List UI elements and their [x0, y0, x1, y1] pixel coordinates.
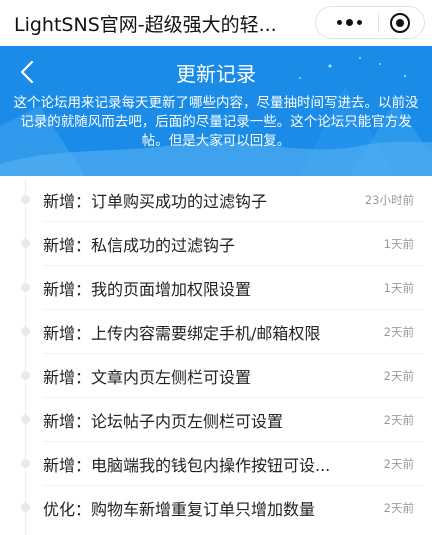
list-item[interactable]: 新增：上传内容需要绑定手机/邮箱权限 2天前 — [8, 310, 424, 354]
list-item[interactable]: 新增：文章内页左侧栏可设置 2天前 — [8, 354, 424, 398]
timeline-dot — [21, 327, 30, 336]
list-item[interactable]: 新增：私信成功的过滤钩子 1天前 — [8, 222, 424, 266]
forum-header: 更新记录 这个论坛用来记录每天更新了哪些内容，尽量抽时间写进去。以前没记录的就随… — [0, 46, 432, 176]
post-time: 2天前 — [383, 413, 414, 427]
post-title[interactable]: 新增：我的页面增加权限设置 — [43, 276, 343, 300]
app-title: LightSNS官网-超级强大的轻... — [14, 14, 277, 36]
post-title[interactable]: 新增：文章内页左侧栏可设置 — [43, 364, 343, 388]
capsule-menu — [315, 6, 425, 39]
post-title[interactable]: 新增：论坛帖子内页左侧栏可设置 — [43, 408, 343, 432]
timeline-dot — [21, 283, 30, 292]
post-title[interactable]: 优化：购物车新增重复订单只增加数量 — [43, 496, 343, 520]
target-circle-icon[interactable] — [390, 13, 410, 33]
post-time: 2天前 — [383, 369, 414, 383]
timeline-dot — [21, 415, 30, 424]
timeline-dot — [21, 195, 30, 204]
list-item[interactable]: 新增：论坛帖子内页左侧栏可设置 2天前 — [8, 398, 424, 442]
post-title[interactable]: 新增：上传内容需要绑定手机/邮箱权限 — [43, 320, 343, 344]
timeline-dot — [21, 371, 30, 380]
list-item[interactable]: 新增：我的页面增加权限设置 1天前 — [8, 266, 424, 310]
post-list: 新增：订单购买成功的过滤钩子 23小时前 新增：私信成功的过滤钩子 1天前 新增… — [8, 178, 424, 535]
list-item[interactable]: 新增：订单购买成功的过滤钩子 23小时前 — [8, 178, 424, 222]
post-time: 2天前 — [383, 325, 414, 339]
capsule-divider — [378, 14, 379, 33]
post-time: 1天前 — [383, 237, 414, 251]
timeline-dot — [21, 239, 30, 248]
more-dots-icon[interactable] — [328, 7, 370, 38]
timeline-dot — [21, 503, 30, 512]
list-item[interactable]: 优化：购物车新增重复订单只增加数量 2天前 — [8, 486, 424, 530]
list-item[interactable]: 新增：电脑端我的钱包内操作按钮可设... 2天前 — [8, 442, 424, 486]
timeline-dot — [21, 459, 30, 468]
post-time: 23小时前 — [364, 193, 414, 207]
title-bar: LightSNS官网-超级强大的轻... — [0, 0, 432, 46]
post-title[interactable]: 新增：订单购买成功的过滤钩子 — [43, 188, 343, 212]
post-time: 1天前 — [383, 281, 414, 295]
forum-description: 这个论坛用来记录每天更新了哪些内容，尽量抽时间写进去。以前没记录的就随风而去吧，… — [13, 95, 419, 149]
post-time: 2天前 — [383, 457, 414, 471]
page-title: 更新记录 — [176, 62, 256, 86]
post-time: 2天前 — [383, 501, 414, 515]
post-title[interactable]: 新增：私信成功的过滤钩子 — [43, 232, 343, 256]
post-title[interactable]: 新增：电脑端我的钱包内操作按钮可设... — [43, 452, 343, 476]
